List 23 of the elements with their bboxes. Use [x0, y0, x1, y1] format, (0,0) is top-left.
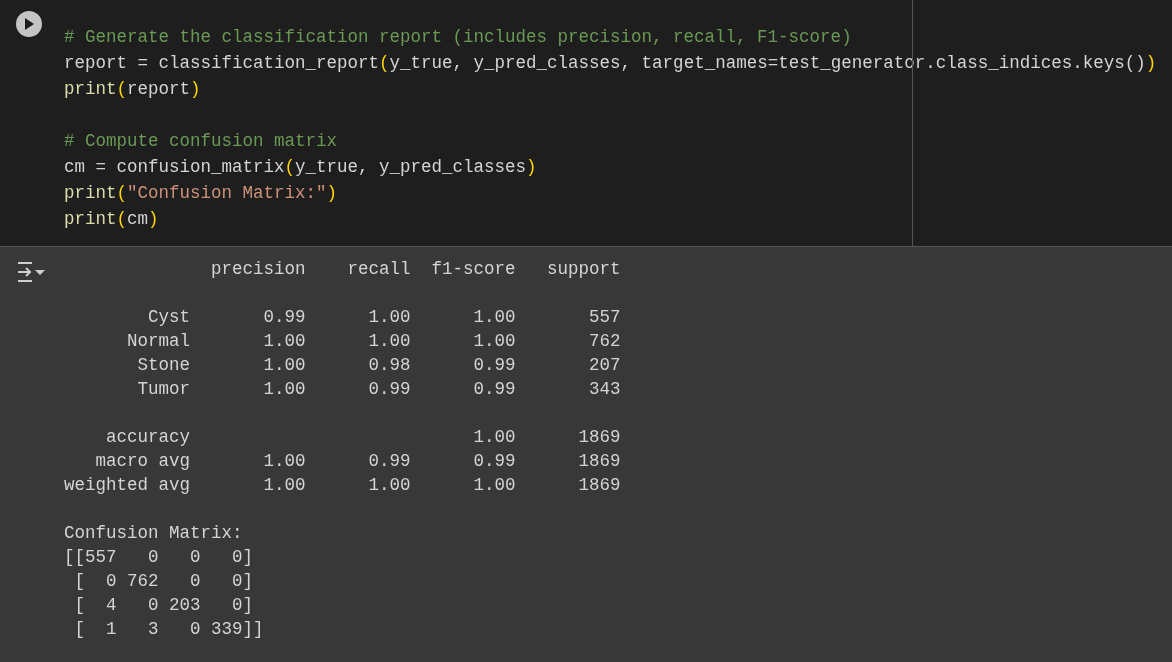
code-line: print("Confusion Matrix:")	[64, 182, 339, 205]
output-line: [ 0 762 0 0]	[73, 570, 255, 593]
output-line: [ 1 3 0 339]]	[73, 618, 265, 641]
code-line: # Compute confusion matrix	[64, 130, 339, 153]
output-line: [[557 0 0 0]	[64, 546, 255, 569]
output-line: Confusion Matrix:	[64, 522, 244, 545]
code-line: cm = confusion_matrix(y_true, y_pred_classes)	[64, 156, 538, 179]
output-line: Tumor 1.00 0.99 0.99 343	[136, 378, 621, 401]
run-button[interactable]	[16, 11, 42, 37]
output-line: Stone 1.00 0.98 0.99 207	[136, 354, 621, 377]
output-line: Cyst 0.99 1.00 1.00 557	[147, 306, 621, 329]
code-line: print(cm)	[64, 208, 160, 231]
code-line: # Generate the classification report (includes precision, recall, F1-score)	[64, 26, 853, 49]
output-line: [ 4 0 203 0]	[73, 594, 255, 617]
output-line: accuracy 1.00 1869	[105, 426, 621, 449]
code-line: report = classification_report(y_true, y_pred_classes, target_names=test_generator.class_indices.keys())	[64, 52, 1157, 75]
output-line: macro avg 1.00 0.99 0.99 1869	[94, 450, 621, 473]
output-line: Normal 1.00 1.00 1.00 762	[126, 330, 621, 353]
output-line: weighted avg 1.00 1.00 1.00 1869	[64, 474, 621, 497]
play-icon	[24, 18, 34, 30]
output-line: precision recall f1-score support	[210, 258, 621, 281]
code-line: print(report)	[64, 78, 202, 101]
output-toggle-icon[interactable]	[16, 260, 46, 284]
